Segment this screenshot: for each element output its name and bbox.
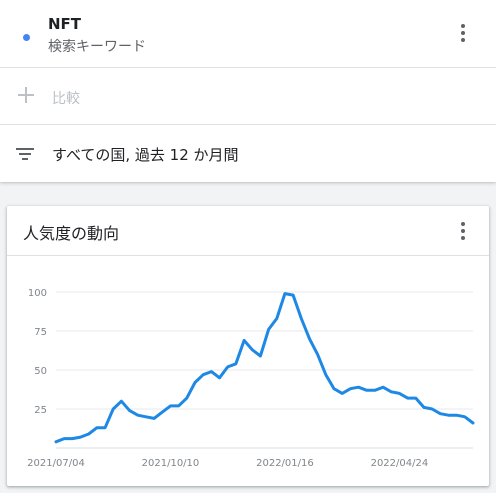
interest-line-chart: 25 50 75 100 2021/07/04 2021/10/10 2022/01/16 2…	[27, 288, 475, 469]
term-name: NFT	[48, 15, 82, 33]
x-tick-label: 2021/07/04	[27, 458, 85, 469]
card-header: 人気度の動向	[7, 206, 489, 256]
compare-row[interactable]: 比較	[0, 68, 496, 125]
x-tick-label: 2021/10/10	[142, 458, 200, 469]
compare-label: 比較	[52, 91, 80, 107]
y-tick-label: 50	[34, 366, 47, 377]
y-tick-label: 25	[34, 405, 47, 416]
filter-list-icon[interactable]	[16, 146, 36, 162]
search-term-row[interactable]: NFT 検索キーワード	[0, 0, 496, 68]
card-title: 人気度の動向	[23, 224, 120, 243]
term-type-label: 検索キーワード	[48, 39, 146, 55]
series-line-nft	[54, 292, 475, 444]
x-tick-label: 2022/04/24	[371, 458, 429, 469]
filter-row[interactable]: すべての国, 過去 12 か月間	[0, 125, 496, 182]
term-color-dot	[23, 34, 30, 41]
search-panel: NFT 検索キーワード 比較 すべての国, 過去 12 か月間	[0, 0, 496, 182]
more-vert-icon[interactable]	[453, 21, 473, 45]
filter-summary: すべての国, 過去 12 か月間	[52, 146, 239, 164]
plus-icon[interactable]	[18, 87, 34, 103]
y-tick-label: 100	[28, 288, 47, 299]
y-tick-label: 75	[34, 327, 47, 338]
more-vert-icon[interactable]	[453, 219, 473, 243]
interest-over-time-card: 人気度の動向 25 50 75 100 2021/07/04 2021/10/10 2022…	[7, 206, 489, 486]
x-tick-label: 2022/01/16	[256, 458, 314, 469]
